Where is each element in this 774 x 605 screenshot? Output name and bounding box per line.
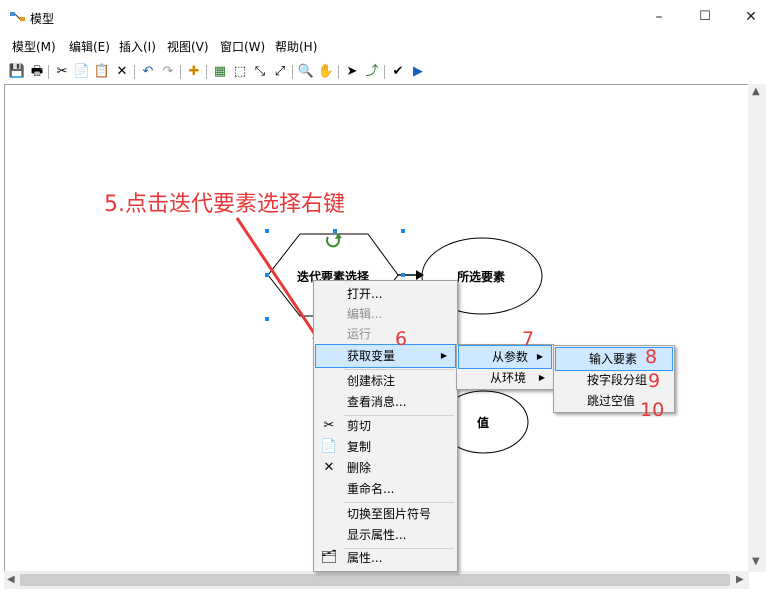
scroll-right-icon[interactable]: ▶ bbox=[736, 574, 744, 585]
submenu-item-from-environment[interactable]: 从环境 ▶ bbox=[457, 367, 553, 389]
annotation-7: 7 bbox=[522, 328, 535, 350]
annotation-10: 10 bbox=[640, 399, 665, 421]
menu-item-view-messages[interactable]: 查看消息... bbox=[314, 391, 457, 413]
submenu-arrow-icon: ▶ bbox=[536, 352, 543, 361]
scroll-up-icon[interactable]: ▲ bbox=[752, 86, 760, 97]
selected-features-label[interactable]: 所选要素 bbox=[457, 268, 505, 285]
menu-item-switch-picture-symbol[interactable]: 切换至图片符号 bbox=[314, 503, 457, 525]
horizontal-scroll-thumb[interactable] bbox=[20, 574, 730, 586]
scroll-down-icon[interactable]: ▼ bbox=[752, 556, 760, 567]
context-menu: 打开... 编辑... 运行 获取变量 ▶ 创建标注 查看消息... ✂ 剪切 📄 复… bbox=[313, 280, 458, 572]
scroll-left-icon[interactable]: ◀ bbox=[7, 574, 15, 585]
properties-icon: 🗂 bbox=[320, 550, 338, 565]
step-annotation: 5.点击迭代要素选择右键 bbox=[104, 192, 345, 217]
menu-item-delete[interactable]: ✕ 删除 bbox=[314, 457, 457, 479]
delete-icon: ✕ bbox=[323, 460, 335, 475]
annotation-8: 8 bbox=[645, 346, 658, 368]
selection-handle[interactable] bbox=[265, 273, 269, 277]
submenu-get-variable: 从参数 ▶ 从环境 ▶ bbox=[456, 344, 554, 390]
model-window: 模型 – ☐ ✕ 模型(M) 编辑(E) 插入(I) 视图(V) 窗口(W) 帮… bbox=[0, 0, 774, 605]
copy-icon: 📄 bbox=[320, 439, 338, 454]
menu-item-copy[interactable]: 📄 复制 bbox=[314, 436, 457, 458]
submenu-arrow-icon: ▶ bbox=[440, 351, 447, 360]
selection-handle[interactable] bbox=[401, 273, 405, 277]
selection-handle[interactable] bbox=[265, 317, 269, 321]
value-label[interactable]: 值 bbox=[477, 414, 489, 431]
menu-item-edit[interactable]: 编辑... bbox=[314, 303, 457, 325]
vertical-scrollbar[interactable]: ▲ ▼ bbox=[748, 84, 766, 572]
menu-item-open[interactable]: 打开... bbox=[314, 283, 457, 305]
menu-item-rename[interactable]: 重命名... bbox=[314, 478, 457, 500]
menu-item-display-properties[interactable]: 显示属性... bbox=[314, 524, 457, 546]
menu-item-cut[interactable]: ✂ 剪切 bbox=[314, 415, 457, 437]
submenu-arrow-icon: ▶ bbox=[538, 373, 545, 382]
selection-handle[interactable] bbox=[265, 229, 269, 233]
cut-icon: ✂ bbox=[323, 418, 335, 433]
annotation-6: 6 bbox=[395, 328, 408, 350]
annotation-9: 9 bbox=[648, 370, 661, 392]
menu-item-get-variable[interactable]: 获取变量 ▶ bbox=[315, 344, 456, 368]
menu-item-create-label[interactable]: 创建标注 bbox=[314, 370, 457, 392]
submenu-item-from-parameters[interactable]: 从参数 ▶ bbox=[458, 345, 552, 369]
selection-handle[interactable] bbox=[401, 229, 405, 233]
selection-handle[interactable] bbox=[333, 229, 337, 233]
menu-item-properties[interactable]: 🗂 属性... bbox=[314, 547, 457, 569]
menu-item-run[interactable]: 运行 bbox=[314, 323, 457, 345]
horizontal-scrollbar[interactable]: ◀ ▶ bbox=[4, 571, 749, 589]
